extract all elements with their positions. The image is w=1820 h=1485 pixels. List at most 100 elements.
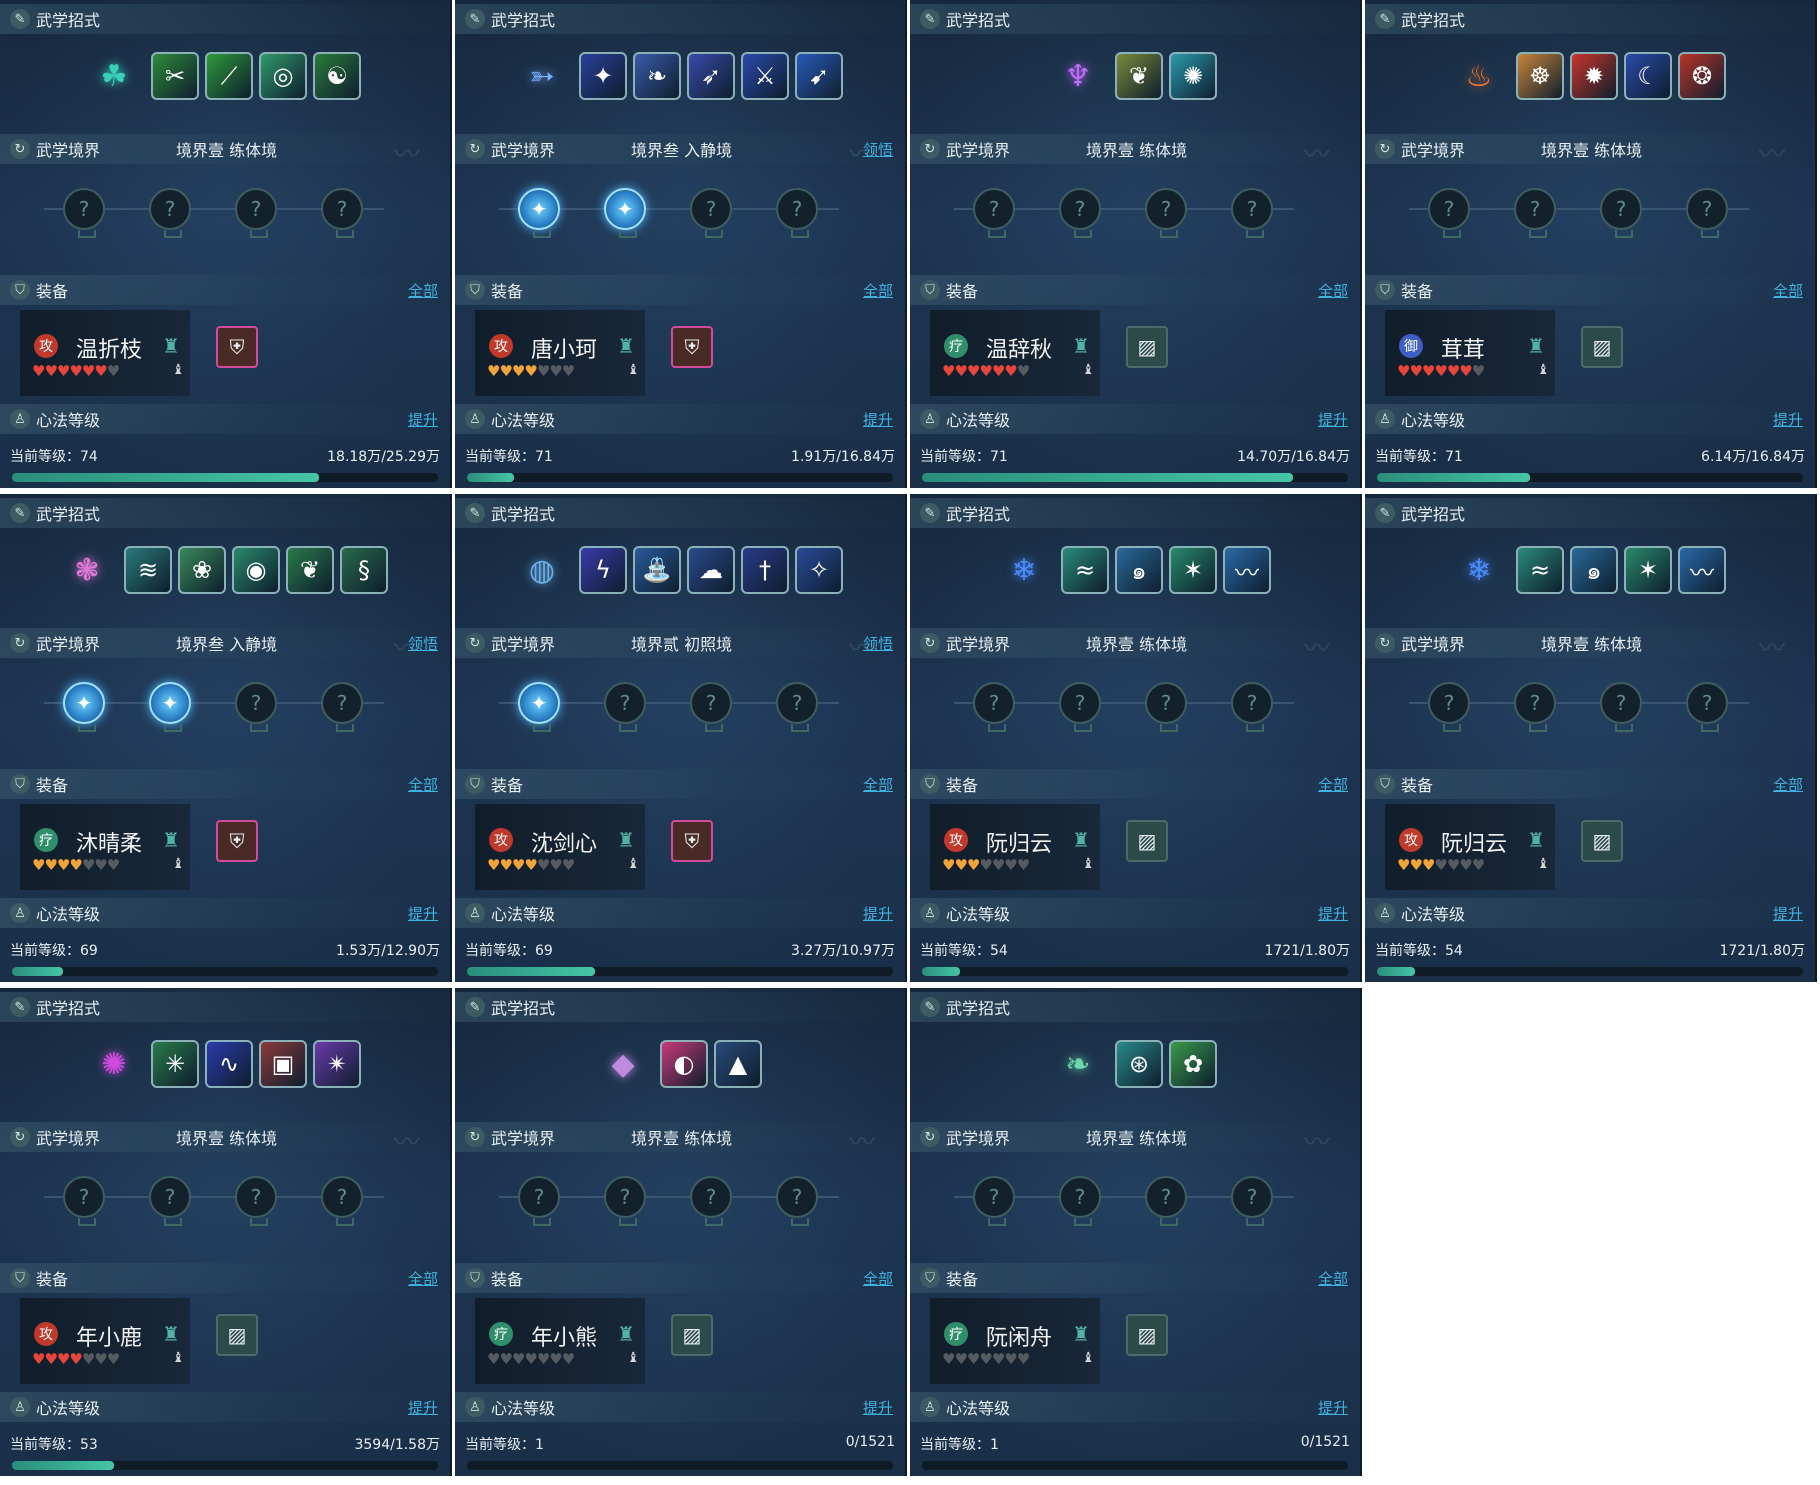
- mind-up-link[interactable]: 提升: [408, 409, 438, 430]
- cloud-slash-icon[interactable]: ☁: [687, 546, 735, 594]
- green-slash-icon[interactable]: ⟋: [205, 52, 253, 100]
- character-card[interactable]: 攻唐小珂 ♜ ♥♥♥♥♥♥♥ ♝: [475, 310, 645, 396]
- purple-orb-icon[interactable]: ✺: [89, 1039, 139, 1089]
- mind-up-link[interactable]: 提升: [408, 1397, 438, 1418]
- mind-up-link[interactable]: 提升: [863, 409, 893, 430]
- lightning-icon[interactable]: ϟ: [579, 546, 627, 594]
- realm-node-unlocked-icon[interactable]: ✦: [518, 188, 560, 238]
- green-spirit-icon[interactable]: ☘: [89, 51, 139, 101]
- moon-icon[interactable]: ☾: [1624, 52, 1672, 100]
- mind-up-link[interactable]: 提升: [1773, 903, 1803, 924]
- realm-node-locked-icon[interactable]: ?: [973, 1176, 1015, 1226]
- realm-node-unlocked-icon[interactable]: ✦: [604, 188, 646, 238]
- stream-icon[interactable]: ≈: [1516, 546, 1564, 594]
- blue-sphere-icon[interactable]: ◍: [517, 545, 567, 595]
- realm-node-locked-icon[interactable]: ?: [235, 682, 277, 732]
- equip-all-link[interactable]: 全部: [408, 280, 438, 301]
- leaf-icon[interactable]: ❦: [286, 546, 334, 594]
- vortex-icon[interactable]: ◉: [232, 546, 280, 594]
- realm-node-unlocked-icon[interactable]: ✦: [518, 682, 560, 732]
- realm-node-locked-icon[interactable]: ?: [973, 682, 1015, 732]
- empty-gear-icon[interactable]: ▨: [1126, 326, 1168, 368]
- realm-node-locked-icon[interactable]: ?: [973, 188, 1015, 238]
- realm-node-locked-icon[interactable]: ?: [1145, 1176, 1187, 1226]
- character-card[interactable]: 攻阮归云 ♜ ♥♥♥♥♥♥♥ ♝: [930, 804, 1100, 890]
- stream-icon[interactable]: ≈: [1061, 546, 1109, 594]
- pink-mask-icon[interactable]: ◐: [660, 1040, 708, 1088]
- character-card[interactable]: 攻年小鹿 ♜ ♥♥♥♥♥♥♥ ♝: [20, 1298, 190, 1384]
- vine-icon[interactable]: §: [340, 546, 388, 594]
- crystal-icon[interactable]: ◆: [598, 1039, 648, 1089]
- equip-all-link[interactable]: 全部: [1318, 774, 1348, 795]
- star-burst-icon[interactable]: ✶: [1624, 546, 1672, 594]
- equip-all-link[interactable]: 全部: [863, 774, 893, 795]
- equip-all-link[interactable]: 全部: [1773, 774, 1803, 795]
- realm-node-locked-icon[interactable]: ?: [321, 188, 363, 238]
- spear-icon[interactable]: ➹: [795, 52, 843, 100]
- equip-all-link[interactable]: 全部: [408, 1268, 438, 1289]
- realm-node-locked-icon[interactable]: ?: [149, 188, 191, 238]
- rock-icon[interactable]: ▣: [259, 1040, 307, 1088]
- armor-icon[interactable]: ⛨: [671, 820, 713, 862]
- tide-icon[interactable]: 〰: [1223, 546, 1271, 594]
- realm-node-locked-icon[interactable]: ?: [1145, 682, 1187, 732]
- realm-node-locked-icon[interactable]: ?: [235, 1176, 277, 1226]
- blade-icon[interactable]: ⚔: [741, 52, 789, 100]
- blue-strike-icon[interactable]: ✦: [579, 52, 627, 100]
- character-card[interactable]: 御茸茸 ♜ ♥♥♥♥♥♥♥ ♝: [1385, 310, 1555, 396]
- buddha-icon[interactable]: ☸: [1516, 52, 1564, 100]
- mind-up-link[interactable]: 提升: [408, 903, 438, 924]
- explosion-icon[interactable]: ✹: [1570, 52, 1618, 100]
- realm-node-locked-icon[interactable]: ?: [1600, 682, 1642, 732]
- realm-node-locked-icon[interactable]: ?: [1059, 682, 1101, 732]
- leaf-gem-icon[interactable]: ❧: [1053, 1039, 1103, 1089]
- empty-gear-icon[interactable]: ▨: [1126, 1314, 1168, 1356]
- realm-node-locked-icon[interactable]: ?: [604, 682, 646, 732]
- character-card[interactable]: 疗年小熊 ♜ ♥♥♥♥♥♥♥ ♝: [475, 1298, 645, 1384]
- empty-gear-icon[interactable]: ▨: [1581, 326, 1623, 368]
- realm-node-locked-icon[interactable]: ?: [1059, 188, 1101, 238]
- realm-node-locked-icon[interactable]: ?: [690, 682, 732, 732]
- realm-node-locked-icon[interactable]: ?: [1514, 188, 1556, 238]
- realm-node-locked-icon[interactable]: ?: [1231, 682, 1273, 732]
- wave-icon[interactable]: ≋: [124, 546, 172, 594]
- equip-all-link[interactable]: 全部: [863, 1268, 893, 1289]
- wing-icon[interactable]: ❦: [1115, 52, 1163, 100]
- feather-icon[interactable]: ❧: [633, 52, 681, 100]
- fountain-icon[interactable]: ⛲: [633, 546, 681, 594]
- mind-up-link[interactable]: 提升: [1318, 409, 1348, 430]
- character-card[interactable]: 攻阮归云 ♜ ♥♥♥♥♥♥♥ ♝: [1385, 804, 1555, 890]
- leaf-slash-icon[interactable]: ✂: [151, 52, 199, 100]
- character-card[interactable]: 疗沐晴柔 ♜ ♥♥♥♥♥♥♥ ♝: [20, 804, 190, 890]
- armor-icon[interactable]: ⛨: [216, 326, 258, 368]
- realm-node-locked-icon[interactable]: ?: [518, 1176, 560, 1226]
- character-card[interactable]: 疗温辞秋 ♜ ♥♥♥♥♥♥♥ ♝: [930, 310, 1100, 396]
- realm-node-locked-icon[interactable]: ?: [235, 188, 277, 238]
- realm-node-locked-icon[interactable]: ?: [63, 188, 105, 238]
- mind-up-link[interactable]: 提升: [1318, 1397, 1348, 1418]
- character-card[interactable]: 攻沈剑心 ♜ ♥♥♥♥♥♥♥ ♝: [475, 804, 645, 890]
- realm-node-locked-icon[interactable]: ?: [1231, 1176, 1273, 1226]
- equip-all-link[interactable]: 全部: [1773, 280, 1803, 301]
- character-card[interactable]: 疗阮闲舟 ♜ ♥♥♥♥♥♥♥ ♝: [930, 1298, 1100, 1384]
- equip-all-link[interactable]: 全部: [1318, 1268, 1348, 1289]
- realm-node-locked-icon[interactable]: ?: [1231, 188, 1273, 238]
- mind-up-link[interactable]: 提升: [863, 903, 893, 924]
- mind-up-link[interactable]: 提升: [863, 1397, 893, 1418]
- sun-ring-icon[interactable]: ✺: [1169, 52, 1217, 100]
- orbit-icon[interactable]: ⊛: [1115, 1040, 1163, 1088]
- fire-figure-icon[interactable]: ♨: [1454, 51, 1504, 101]
- cyclone-icon[interactable]: ๑: [1570, 546, 1618, 594]
- cyclone-icon[interactable]: ๑: [1115, 546, 1163, 594]
- empty-gear-icon[interactable]: ▨: [671, 1314, 713, 1356]
- realm-node-locked-icon[interactable]: ?: [1686, 682, 1728, 732]
- flame-swirl-icon[interactable]: ❂: [1678, 52, 1726, 100]
- water-spirit-icon[interactable]: ❄: [1454, 545, 1504, 595]
- mind-up-link[interactable]: 提升: [1318, 903, 1348, 924]
- swirl-icon[interactable]: ☯: [313, 52, 361, 100]
- realm-node-locked-icon[interactable]: ?: [1145, 188, 1187, 238]
- leaf-fan-icon[interactable]: ❀: [178, 546, 226, 594]
- green-burst-icon[interactable]: ✳: [151, 1040, 199, 1088]
- equip-all-link[interactable]: 全部: [1318, 280, 1348, 301]
- equip-all-link[interactable]: 全部: [408, 774, 438, 795]
